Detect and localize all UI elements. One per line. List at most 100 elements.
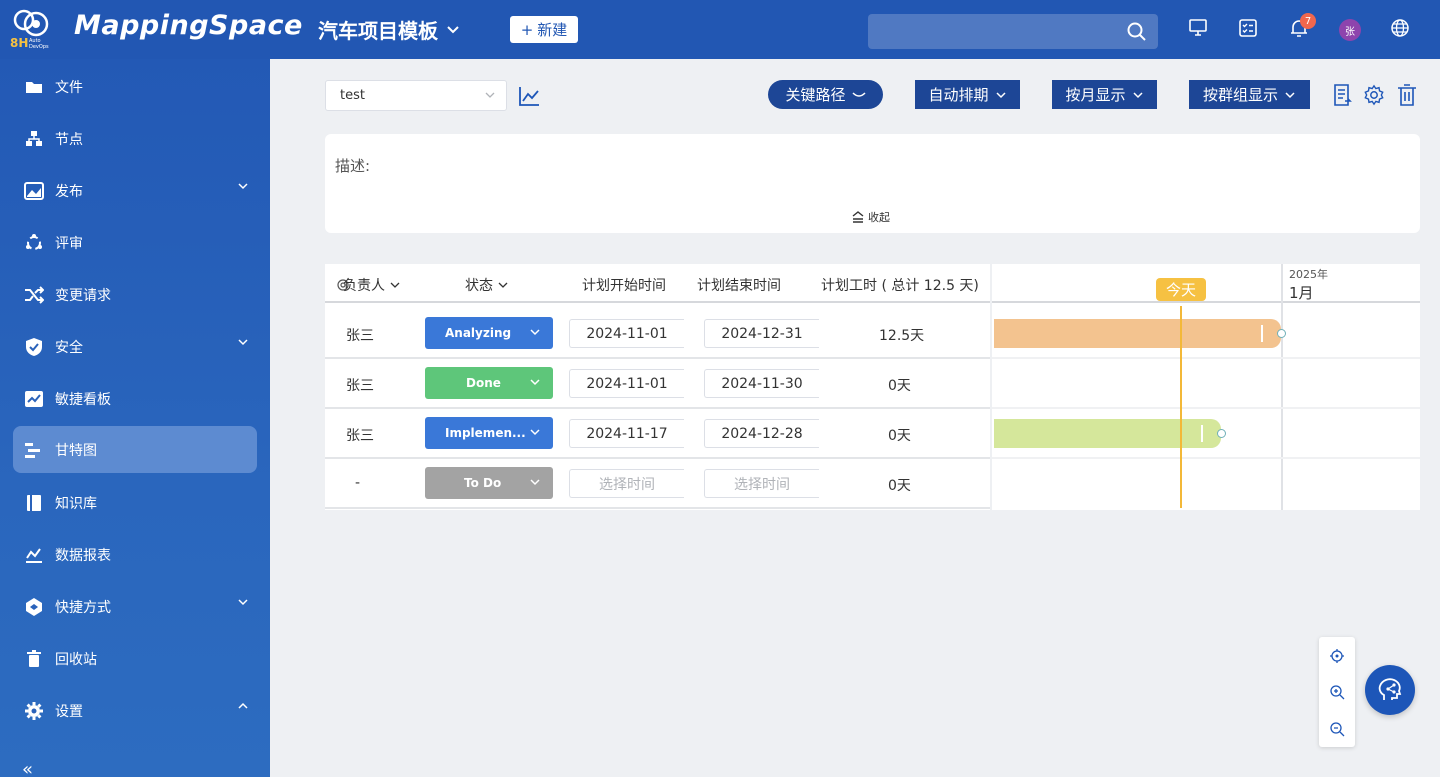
collapse-sidebar-button[interactable]: « xyxy=(22,759,33,777)
auto-schedule-label: 自动排期 xyxy=(928,86,989,104)
sidebar-item-shortcuts[interactable]: 快捷方式 xyxy=(13,583,257,630)
sidebar-item-label: 知识库 xyxy=(55,495,97,512)
bar-handle[interactable] xyxy=(1261,325,1263,342)
logo-text: MappingSpace xyxy=(74,10,303,41)
sidebar-item-reports[interactable]: 数据报表 xyxy=(13,531,257,578)
plan-start-input[interactable]: 2024-11-17 xyxy=(569,419,684,448)
status-select[interactable]: Implemen... xyxy=(425,417,553,449)
plan-start-input[interactable]: 2024-11-01 xyxy=(569,319,684,348)
locate-icon[interactable] xyxy=(1329,648,1345,664)
sidebar-item-security[interactable]: 安全 xyxy=(13,323,257,370)
search-icon[interactable] xyxy=(1126,21,1148,43)
owner-cell: - xyxy=(355,475,361,491)
sidebar-item-settings[interactable]: 设置 xyxy=(13,687,257,734)
document-icon[interactable] xyxy=(1332,83,1354,107)
avatar[interactable]: 张 xyxy=(1339,19,1361,41)
bar-link-dot[interactable] xyxy=(1277,329,1286,338)
plan-hours-cell: 0天 xyxy=(888,478,911,494)
sidebar-item-agile-board[interactable]: 敏捷看板 xyxy=(13,375,257,422)
column-plan-start: 计划开始时间 xyxy=(582,278,666,294)
node-icon xyxy=(24,129,44,149)
notification-badge: 7 xyxy=(1300,13,1316,29)
column-status[interactable]: 状态 xyxy=(465,275,509,295)
sidebar-item-label: 节点 xyxy=(55,131,83,148)
owner-cell: 张三 xyxy=(346,428,374,444)
row-divider xyxy=(992,457,1420,459)
table-row[interactable]: - To Do 选择时间 选择时间 0天 xyxy=(325,459,990,509)
ai-assistant-button[interactable] xyxy=(1365,665,1415,715)
sidebar-item-label: 回收站 xyxy=(55,651,97,668)
auto-schedule-button[interactable]: 自动排期 xyxy=(915,80,1020,109)
sidebar-item-release[interactable]: 发布 xyxy=(13,167,257,214)
sidebar-item-files[interactable]: 文件 xyxy=(13,63,257,110)
status-select[interactable]: Analyzing xyxy=(425,317,553,349)
column-owner[interactable]: 负责人 xyxy=(335,275,401,295)
by-group-button[interactable]: 按群组显示 xyxy=(1189,80,1310,109)
owner-cell: 张三 xyxy=(346,328,374,344)
by-month-button[interactable]: 按月显示 xyxy=(1052,80,1157,109)
critical-path-button[interactable]: 关键路径 xyxy=(768,80,883,109)
sidebar-item-gantt[interactable]: 甘特图 xyxy=(13,426,257,473)
settings-icon[interactable] xyxy=(1363,83,1385,107)
new-button[interactable]: + 新建 xyxy=(510,16,578,43)
monitor-icon[interactable] xyxy=(1187,17,1209,39)
sidebar-item-review[interactable]: 评审 xyxy=(13,219,257,266)
chevron-up-icon xyxy=(238,702,248,709)
folder-icon xyxy=(24,77,44,97)
zoom-out-icon[interactable] xyxy=(1329,721,1345,737)
review-icon xyxy=(24,233,44,253)
project-selector[interactable]: 汽车项目模板 xyxy=(318,15,460,44)
gantt-bar[interactable] xyxy=(994,419,1226,448)
plan-start-input[interactable]: 选择时间 xyxy=(569,469,684,498)
status-select[interactable]: Done xyxy=(425,367,553,399)
globe-icon[interactable] xyxy=(1389,17,1411,39)
table-row[interactable]: 张三 Analyzing 2024-11-01 2024-12-31 12.5天 xyxy=(325,309,990,359)
chevron-down-icon xyxy=(447,25,459,33)
sidebar-item-label: 快捷方式 xyxy=(55,599,111,616)
status-select[interactable]: To Do xyxy=(425,467,553,499)
sidebar-item-knowledge-base[interactable]: 知识库 xyxy=(13,479,257,526)
sidebar-item-nodes[interactable]: 节点 xyxy=(13,115,257,162)
sidebar-item-recycle-bin[interactable]: 回收站 xyxy=(13,635,257,682)
chevron-down-icon xyxy=(390,282,400,288)
zoom-panel xyxy=(1319,637,1355,747)
trash-icon[interactable] xyxy=(1396,83,1418,107)
collapse-description-button[interactable]: 收起 xyxy=(851,209,890,225)
table-row[interactable]: 张三 Implemen... 2024-11-17 2024-12-28 0天 xyxy=(325,409,990,459)
column-plan-hours: 计划工时 ( 总计 12.5 天) xyxy=(821,278,979,294)
column-owner-label: 负责人 xyxy=(343,278,385,294)
plan-start-input[interactable]: 2024-11-01 xyxy=(569,369,684,398)
chevron-down-icon xyxy=(995,91,1006,98)
collapse-icon xyxy=(852,211,864,223)
chevron-down-icon xyxy=(1285,91,1295,98)
description-label: 描述: xyxy=(335,157,371,175)
sidebar-item-label: 数据报表 xyxy=(55,547,111,564)
checklist-icon[interactable] xyxy=(1237,17,1259,39)
today-marker: 今天 xyxy=(1156,278,1206,301)
plan-end-input[interactable]: 2024-11-30 xyxy=(704,369,819,398)
owner-cell: 张三 xyxy=(346,378,374,394)
gantt-selector[interactable]: test xyxy=(325,80,507,111)
sidebar-item-change-request[interactable]: 变更请求 xyxy=(13,271,257,318)
gantt-bar[interactable] xyxy=(994,319,1286,348)
column-plan-end: 计划结束时间 xyxy=(697,278,781,294)
status-value: To Do xyxy=(464,476,502,490)
plan-end-input[interactable]: 2024-12-31 xyxy=(704,319,819,348)
gantt-chart: 2025年 1月 今天 xyxy=(992,264,1420,510)
top-bar: 8H Auto DevOps MappingSpace 汽车项目模板 + 新建 … xyxy=(0,0,1440,59)
chevron-down-icon xyxy=(1132,91,1143,98)
bar-handle[interactable] xyxy=(1201,425,1203,442)
status-value: Implemen... xyxy=(445,426,526,440)
bar-link-dot[interactable] xyxy=(1217,429,1226,438)
table-row[interactable]: 张三 Done 2024-11-01 2024-11-30 0天 xyxy=(325,359,990,409)
shield-icon xyxy=(24,337,44,357)
month-label: 1月 xyxy=(1289,284,1314,302)
plan-end-input[interactable]: 2024-12-28 xyxy=(704,419,819,448)
status-value: Done xyxy=(466,376,501,390)
chart-icon xyxy=(24,545,44,565)
search-input[interactable] xyxy=(868,14,1158,49)
zoom-in-icon[interactable] xyxy=(1329,684,1345,700)
line-chart-icon[interactable] xyxy=(518,85,540,107)
sidebar-item-label: 敏捷看板 xyxy=(55,391,111,408)
plan-end-input[interactable]: 选择时间 xyxy=(704,469,819,498)
